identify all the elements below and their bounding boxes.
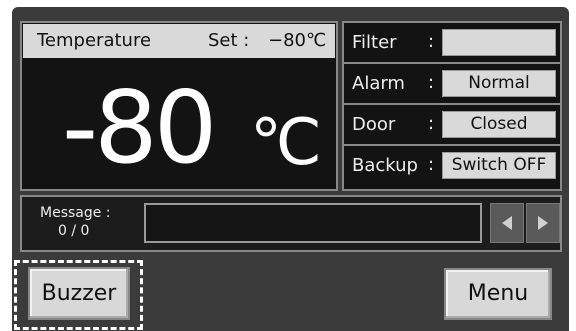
alarm-value: Normal [442, 70, 556, 97]
status-row-backup: Backup : Switch OFF [344, 146, 560, 187]
filter-label: Filter [352, 32, 397, 53]
alarm-colon: : [428, 72, 435, 93]
menu-button[interactable]: Menu [444, 268, 552, 320]
status-row-door: Door : Closed [344, 105, 560, 146]
alarm-label: Alarm [352, 73, 405, 94]
next-message-button[interactable] [526, 203, 560, 243]
temperature-header: Temperature Set : −80℃ [23, 24, 335, 58]
message-panel: Message : 0 / 0 [20, 195, 562, 252]
filter-value [442, 29, 556, 56]
control-screen: Temperature Set : −80℃ -80 ℃ Filter : Al… [12, 7, 569, 331]
current-temperature: -80 [62, 69, 217, 186]
status-panel: Filter : Alarm : Normal Door : Closed Ba… [342, 21, 562, 191]
triangle-right-icon [538, 216, 548, 230]
backup-value: Switch OFF [442, 152, 556, 179]
message-label: Message : [40, 205, 111, 221]
temperature-label: Temperature [37, 30, 152, 51]
set-label: Set : [208, 30, 250, 51]
backup-label: Backup [352, 155, 418, 176]
message-count: 0 / 0 [58, 223, 90, 239]
status-row-filter: Filter : [344, 23, 560, 64]
set-value: −80℃ [268, 30, 327, 51]
filter-colon: : [428, 31, 435, 52]
temperature-unit: ℃ [250, 106, 322, 180]
door-colon: : [428, 113, 435, 134]
message-display [144, 203, 482, 243]
door-value: Closed [442, 111, 556, 138]
triangle-left-icon [502, 216, 512, 230]
temperature-panel: Temperature Set : −80℃ -80 ℃ [20, 21, 338, 191]
prev-message-button[interactable] [490, 203, 524, 243]
buzzer-button[interactable]: Buzzer [28, 267, 130, 320]
door-label: Door [352, 114, 396, 135]
status-row-alarm: Alarm : Normal [344, 64, 560, 105]
backup-colon: : [428, 154, 435, 175]
